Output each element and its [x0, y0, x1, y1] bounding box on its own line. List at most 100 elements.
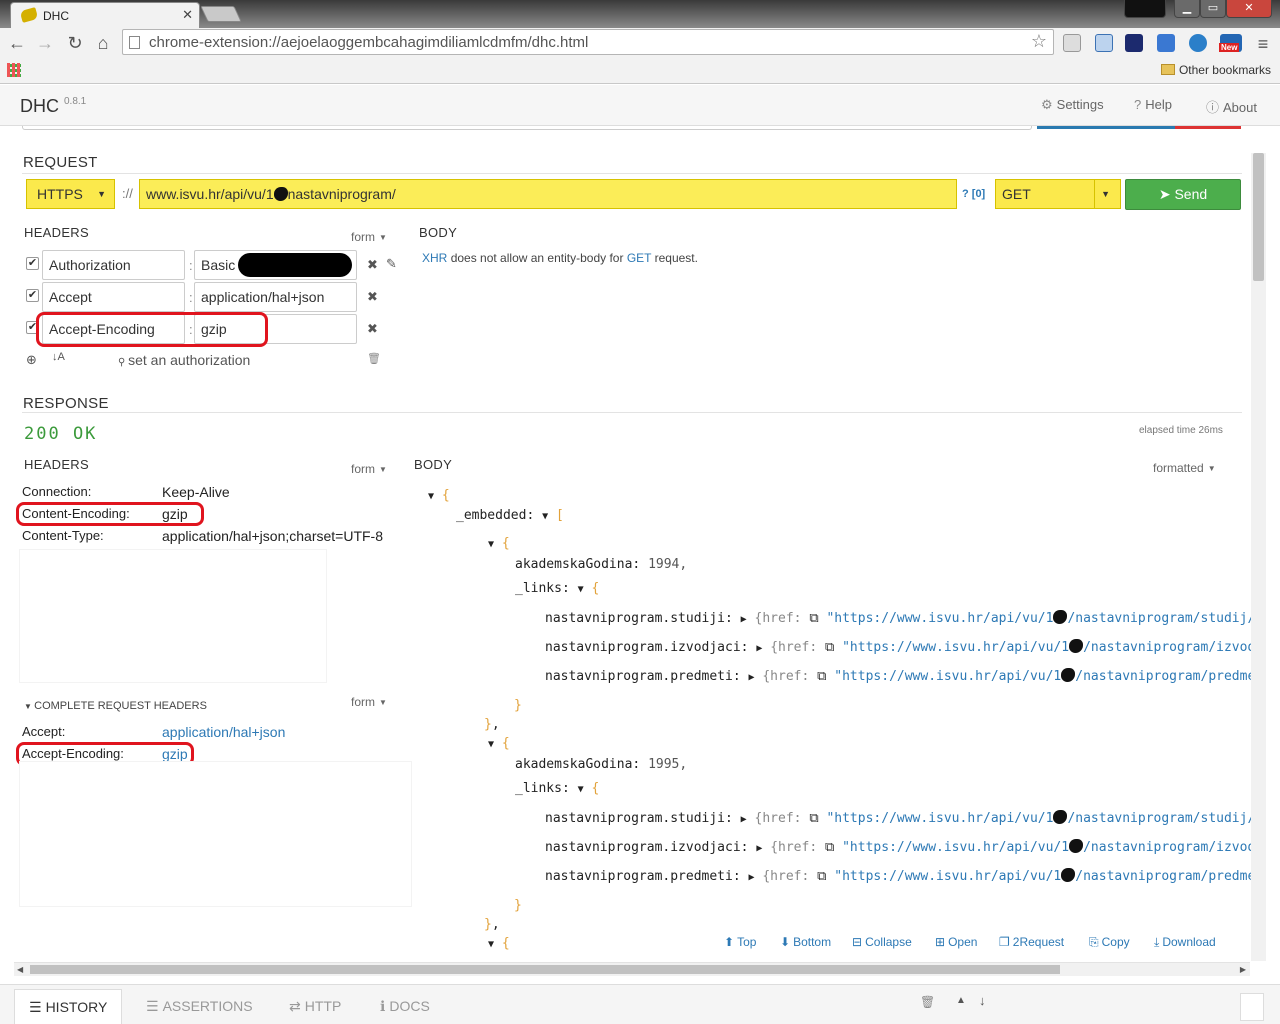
clear-headers-trash-icon[interactable]: 🗑 [367, 352, 381, 365]
complete-header-value[interactable]: application/hal+json [162, 724, 285, 740]
response-headers-form-toggle[interactable]: form ▼ [351, 462, 387, 476]
json-links-key[interactable]: _links: ▼ { [515, 781, 599, 796]
forward-icon[interactable]: → [34, 32, 56, 54]
json-link-line[interactable]: nastavniprogram.predmeti: ▶ {href: ⧉ "ht… [545, 668, 1255, 684]
horizontal-scrollbar[interactable]: ◀ ▶ [14, 962, 1250, 976]
json-link-line[interactable]: nastavniprogram.izvodjaci: ▶ {href: ⧉ "h… [545, 839, 1255, 855]
add-header-icon[interactable]: ⊕ [26, 352, 37, 368]
json-item-open[interactable]: ▼ { [488, 536, 510, 551]
about-link[interactable]: ⓘ About [1206, 97, 1257, 116]
panel-resize-handle[interactable] [1240, 993, 1264, 1021]
reload-icon[interactable]: ↻ [64, 32, 86, 54]
address-bar[interactable]: chrome-extension://aejoelaoggembcahagimd… [122, 29, 1054, 55]
collapse-triangle-icon[interactable]: ▼ [542, 511, 548, 522]
header-name-input[interactable]: Authorization [42, 250, 185, 280]
scroll-right-icon[interactable]: ▶ [1240, 965, 1246, 974]
menu-icon[interactable]: ≡ [1252, 33, 1274, 55]
remove-header-icon[interactable]: ✖ [367, 321, 378, 337]
home-icon[interactable]: ⌂ [92, 32, 114, 54]
close-tab-icon[interactable]: ✕ [182, 7, 193, 23]
remove-header-icon[interactable]: ✖ [367, 289, 378, 305]
remove-header-icon[interactable]: ✖ [367, 257, 378, 273]
get-link[interactable]: GET [627, 251, 651, 265]
collapse-triangle-icon[interactable]: ▼ [488, 939, 494, 950]
back-icon[interactable]: ← [6, 32, 28, 54]
set-authorization-link[interactable]: ⚲ set an authorization [118, 352, 250, 368]
edit-header-icon[interactable]: ✎ [386, 256, 397, 272]
send-button[interactable]: ➤ Send [1125, 179, 1241, 210]
tab-http[interactable]: ⇄ HTTP [275, 989, 355, 1024]
json-link-line[interactable]: nastavniprogram.studiji: ▶ {href: ⧉ "htt… [545, 810, 1255, 826]
scheme-separator: :// [122, 186, 133, 201]
profile-badge[interactable] [1124, 0, 1166, 18]
collapse-triangle-icon[interactable]: ▼ [578, 584, 584, 595]
star-extension-icon[interactable] [1125, 34, 1143, 52]
plus-square-icon: ⊞ [935, 935, 946, 949]
bottom-action[interactable]: ⬇ Bottom [780, 935, 831, 949]
scroll-thumb[interactable] [30, 965, 1060, 974]
scroll-thumb[interactable] [1253, 153, 1264, 281]
settings-link[interactable]: ⚙ Settings [1041, 97, 1104, 113]
header-name-input[interactable]: Accept [42, 282, 185, 312]
json-ag-line: akademskaGodina: 1995, [515, 757, 688, 772]
move-up-icon[interactable]: ▲ [956, 995, 966, 1006]
url-input[interactable]: www.isvu.hr/api/vu/1 nastavniprogram/ [139, 179, 957, 209]
grid-extension-icon[interactable] [1157, 34, 1175, 52]
apps-icon[interactable] [7, 63, 21, 77]
maximize-button[interactable]: ▭ [1200, 0, 1226, 18]
json-links-key[interactable]: _links: ▼ { [515, 581, 599, 596]
xhr-link[interactable]: XHR [422, 251, 447, 265]
json-link-line[interactable]: nastavniprogram.studiji: ▶ {href: ⧉ "htt… [545, 610, 1255, 626]
json-item-open[interactable]: ▼ { [488, 936, 510, 951]
body-format-toggle[interactable]: formatted ▼ [1153, 461, 1216, 475]
help-link[interactable]: ? Help [1134, 97, 1172, 112]
minus-square-icon: ⊟ [852, 935, 863, 949]
tab-history[interactable]: ☰ HISTORY [14, 989, 123, 1024]
header-enabled-checkbox[interactable]: ✔ [26, 289, 39, 302]
scheme-select[interactable]: HTTPS ▼ [26, 179, 115, 209]
json-item-open[interactable]: ▼ { [488, 736, 510, 751]
shield-extension-icon[interactable] [1063, 34, 1081, 52]
query-params-link[interactable]: ? [0] [962, 188, 985, 200]
json-link-line[interactable]: nastavniprogram.izvodjaci: ▶ {href: ⧉ "h… [545, 639, 1255, 655]
json-link-line[interactable]: nastavniprogram.predmeti: ▶ {href: ⧉ "ht… [545, 868, 1255, 884]
complete-request-headers-toggle[interactable]: ▼ COMPLETE REQUEST HEADERS [24, 700, 207, 712]
target-extension-icon[interactable] [1189, 34, 1207, 52]
move-down-icon[interactable]: ↓ [979, 993, 986, 1008]
new-tab-button[interactable] [200, 6, 242, 22]
json-root-open[interactable]: ▼ { [428, 488, 450, 503]
expand-triangle-icon: ▶ [748, 872, 755, 883]
app-title: DHC [20, 96, 59, 116]
to-request-action[interactable]: ❐ 2Request [999, 935, 1064, 949]
close-window-button[interactable]: ✕ [1226, 0, 1272, 18]
request-headers-form-toggle[interactable]: form ▼ [351, 230, 387, 244]
scroll-left-icon[interactable]: ◀ [17, 965, 23, 974]
other-bookmarks[interactable]: Other bookmarks [1160, 63, 1271, 77]
collapse-triangle-icon[interactable]: ▼ [488, 539, 494, 550]
collapse-triangle-icon[interactable]: ▼ [428, 491, 434, 502]
clear-history-trash-icon[interactable]: 🗑 [920, 995, 935, 1009]
copy-action[interactable]: ⎘ Copy [1089, 935, 1130, 950]
download-action[interactable]: ⤓ Download [1154, 935, 1216, 950]
header-value-input[interactable]: application/hal+json [194, 282, 357, 312]
collapse-triangle-icon[interactable]: ▼ [488, 739, 494, 750]
paper-plane-icon: ➤ [1158, 186, 1175, 202]
collapse-action[interactable]: ⊟ Collapse [852, 935, 912, 949]
tab-docs[interactable]: ℹ DOCS [366, 989, 444, 1024]
vertical-scrollbar[interactable] [1251, 153, 1266, 961]
folder-extension-icon[interactable] [1095, 34, 1113, 52]
collapse-triangle-icon[interactable]: ▼ [578, 784, 584, 795]
new-extension-icon[interactable]: New [1219, 34, 1242, 52]
list-icon: ☰ [146, 998, 159, 1014]
json-embedded-key[interactable]: _embedded: ▼ [ [456, 508, 564, 523]
browser-tab-dhc[interactable]: DHC ✕ [10, 2, 200, 28]
header-enabled-checkbox[interactable]: ✔ [26, 257, 39, 270]
open-action[interactable]: ⊞ Open [935, 935, 977, 949]
sort-headers-icon[interactable]: ↓A [52, 351, 65, 363]
minimize-button[interactable]: ▁ [1174, 0, 1200, 18]
tab-assertions[interactable]: ☰ ASSERTIONS [132, 989, 267, 1024]
top-action[interactable]: ⬆ Top [724, 935, 756, 949]
method-select[interactable]: GET ▼ [995, 179, 1121, 209]
complete-headers-form-toggle[interactable]: form ▼ [351, 695, 387, 709]
bookmark-star-icon[interactable]: ☆ [1031, 31, 1047, 52]
